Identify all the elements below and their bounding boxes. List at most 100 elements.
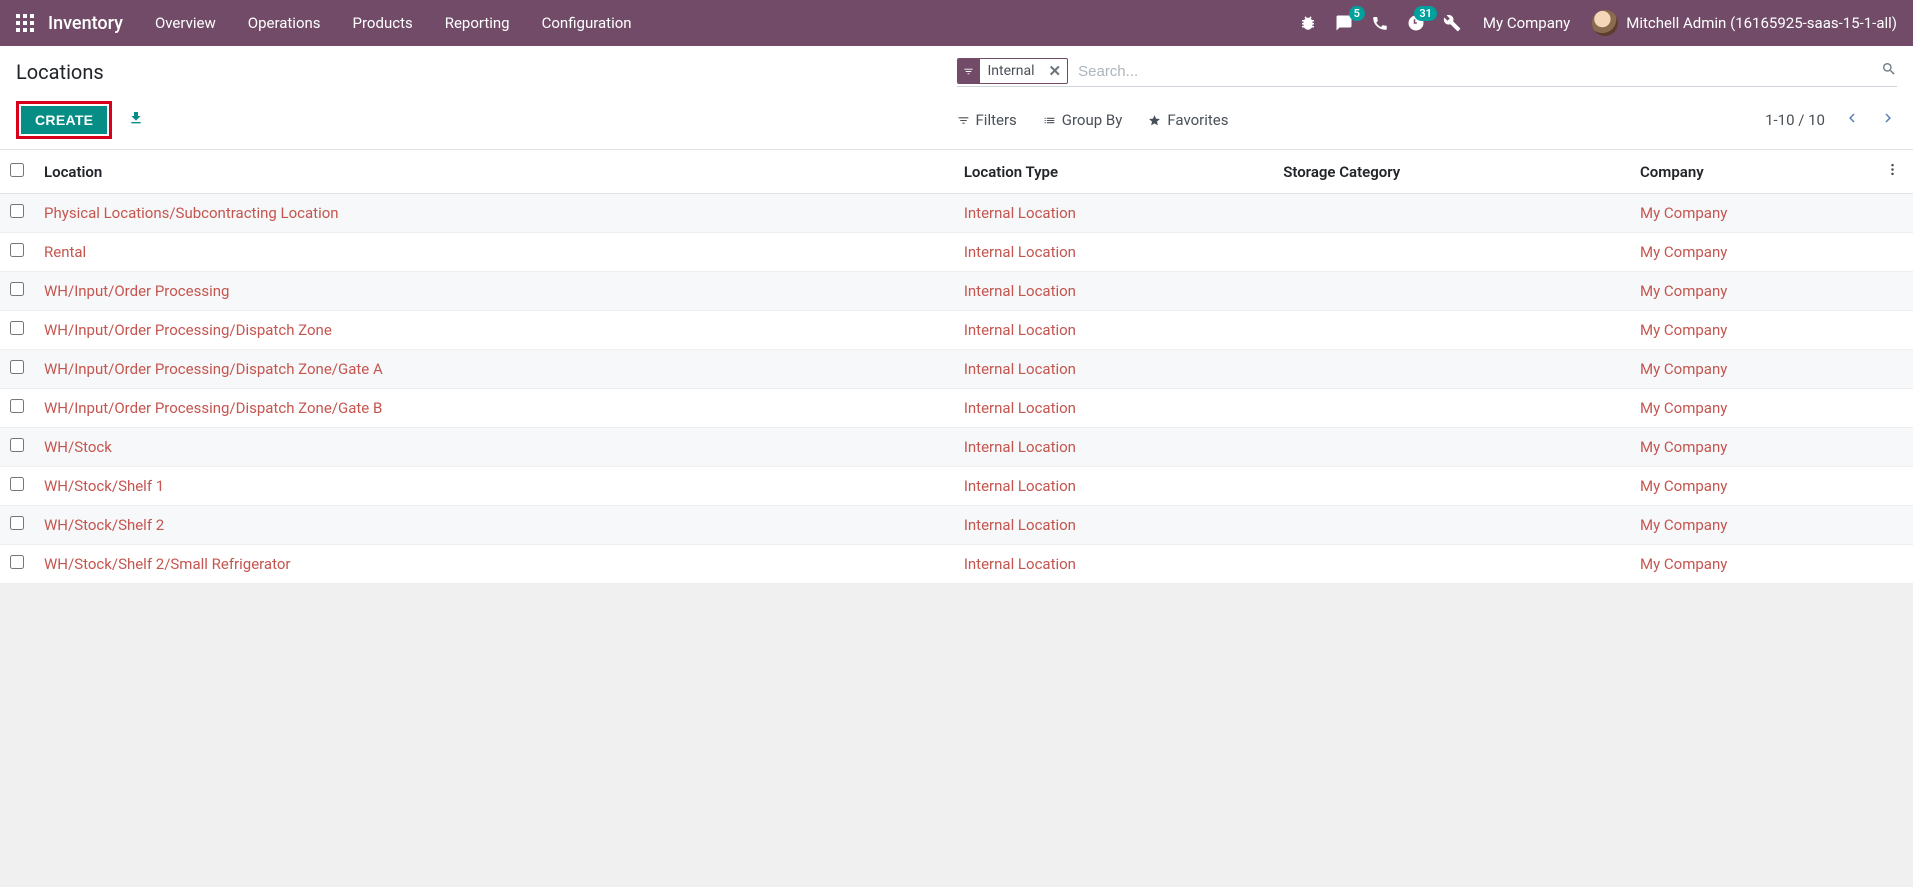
- activities-icon[interactable]: 31: [1407, 14, 1425, 32]
- location-link[interactable]: Rental: [44, 243, 86, 261]
- company-link[interactable]: My Company: [1640, 555, 1727, 573]
- type-link[interactable]: Internal Location: [964, 399, 1076, 417]
- type-link[interactable]: Internal Location: [964, 243, 1076, 261]
- search-input[interactable]: [1074, 61, 1875, 82]
- company-link[interactable]: My Company: [1640, 438, 1727, 456]
- type-link[interactable]: Internal Location: [964, 204, 1076, 222]
- category-cell: [1273, 350, 1630, 389]
- category-cell: [1273, 428, 1630, 467]
- company-link[interactable]: My Company: [1640, 516, 1727, 534]
- company-link[interactable]: My Company: [1640, 204, 1727, 222]
- columns-menu-icon[interactable]: [1885, 163, 1900, 181]
- table-row[interactable]: WH/Stock/Shelf 1 Internal Location My Comp…: [0, 467, 1913, 506]
- pager: 1-10 / 10: [1765, 109, 1897, 131]
- search-icon[interactable]: [1881, 61, 1897, 81]
- menu-reporting[interactable]: Reporting: [445, 14, 510, 32]
- table-row[interactable]: WH/Stock Internal Location My Company: [0, 428, 1913, 467]
- list-view: Location Location Type Storage Category …: [0, 150, 1913, 584]
- user-name: Mitchell Admin (16165925-saas-15-1-all): [1626, 14, 1897, 32]
- table-row[interactable]: WH/Input/Order Processing/Dispatch Zone/…: [0, 350, 1913, 389]
- location-link[interactable]: WH/Stock/Shelf 2: [44, 516, 164, 534]
- category-cell: [1273, 272, 1630, 311]
- menu-operations[interactable]: Operations: [248, 14, 321, 32]
- table-row[interactable]: WH/Stock/Shelf 2 Internal Location My Comp…: [0, 506, 1913, 545]
- company-link[interactable]: My Company: [1640, 360, 1727, 378]
- th-location[interactable]: Location: [34, 150, 954, 194]
- activities-badge: 31: [1414, 6, 1437, 21]
- row-checkbox[interactable]: [10, 321, 24, 335]
- row-checkbox[interactable]: [10, 204, 24, 218]
- row-checkbox[interactable]: [10, 438, 24, 452]
- control-panel: Locations Internal ✕ CREATE: [0, 46, 1913, 150]
- location-link[interactable]: WH/Input/Order Processing/Dispatch Zone/…: [44, 399, 382, 417]
- facet-label: Internal: [980, 61, 1043, 81]
- breadcrumb: Locations: [16, 58, 104, 84]
- location-link[interactable]: WH/Stock/Shelf 2/Small Refrigerator: [44, 555, 291, 573]
- create-button[interactable]: CREATE: [21, 106, 107, 134]
- category-cell: [1273, 311, 1630, 350]
- table-row[interactable]: WH/Input/Order Processing/Dispatch Zone/…: [0, 389, 1913, 428]
- location-link[interactable]: WH/Input/Order Processing/Dispatch Zone: [44, 321, 332, 339]
- type-link[interactable]: Internal Location: [964, 360, 1076, 378]
- location-link[interactable]: WH/Stock/Shelf 1: [44, 477, 164, 495]
- tools-icon[interactable]: [1443, 14, 1461, 32]
- location-link[interactable]: WH/Input/Order Processing/Dispatch Zone/…: [44, 360, 383, 378]
- table-row[interactable]: Physical Locations/Subcontracting Locati…: [0, 194, 1913, 233]
- category-cell: [1273, 467, 1630, 506]
- top-navbar: Inventory Overview Operations Products R…: [0, 0, 1913, 46]
- select-all-checkbox[interactable]: [10, 163, 24, 177]
- search-bar[interactable]: Internal ✕: [957, 58, 1898, 87]
- row-checkbox[interactable]: [10, 360, 24, 374]
- favorites-label: Favorites: [1167, 111, 1228, 129]
- type-link[interactable]: Internal Location: [964, 477, 1076, 495]
- table-row[interactable]: Rental Internal Location My Company: [0, 233, 1913, 272]
- company-switcher[interactable]: My Company: [1483, 14, 1570, 32]
- row-checkbox[interactable]: [10, 477, 24, 491]
- table-row[interactable]: WH/Input/Order Processing/Dispatch Zone I…: [0, 311, 1913, 350]
- row-checkbox[interactable]: [10, 243, 24, 257]
- location-link[interactable]: Physical Locations/Subcontracting Locati…: [44, 204, 339, 222]
- pager-next[interactable]: [1879, 109, 1897, 131]
- create-highlight: CREATE: [16, 101, 112, 139]
- row-checkbox[interactable]: [10, 399, 24, 413]
- type-link[interactable]: Internal Location: [964, 282, 1076, 300]
- menu-overview[interactable]: Overview: [155, 14, 216, 32]
- th-category[interactable]: Storage Category: [1273, 150, 1630, 194]
- pager-prev[interactable]: [1843, 109, 1861, 131]
- menu-configuration[interactable]: Configuration: [542, 14, 632, 32]
- row-checkbox[interactable]: [10, 516, 24, 530]
- export-button[interactable]: [128, 110, 144, 130]
- apps-menu-icon[interactable]: [16, 14, 34, 32]
- table-row[interactable]: WH/Stock/Shelf 2/Small Refrigerator Inter…: [0, 545, 1913, 584]
- facet-remove[interactable]: ✕: [1043, 62, 1068, 80]
- groupby-dropdown[interactable]: Group By: [1043, 109, 1123, 131]
- debug-icon[interactable]: [1299, 14, 1317, 32]
- row-checkbox[interactable]: [10, 282, 24, 296]
- app-brand[interactable]: Inventory: [48, 13, 123, 34]
- messages-icon[interactable]: 5: [1335, 14, 1353, 32]
- location-link[interactable]: WH/Stock: [44, 438, 112, 456]
- th-type[interactable]: Location Type: [954, 150, 1273, 194]
- type-link[interactable]: Internal Location: [964, 555, 1076, 573]
- category-cell: [1273, 506, 1630, 545]
- th-company[interactable]: Company: [1630, 150, 1875, 194]
- company-link[interactable]: My Company: [1640, 321, 1727, 339]
- menu-products[interactable]: Products: [353, 14, 413, 32]
- row-checkbox[interactable]: [10, 555, 24, 569]
- location-link[interactable]: WH/Input/Order Processing: [44, 282, 229, 300]
- pager-value[interactable]: 1-10 / 10: [1765, 111, 1825, 129]
- category-cell: [1273, 194, 1630, 233]
- messages-badge: 5: [1349, 6, 1365, 21]
- type-link[interactable]: Internal Location: [964, 321, 1076, 339]
- company-link[interactable]: My Company: [1640, 243, 1727, 261]
- table-row[interactable]: WH/Input/Order Processing Internal Locati…: [0, 272, 1913, 311]
- company-link[interactable]: My Company: [1640, 399, 1727, 417]
- type-link[interactable]: Internal Location: [964, 438, 1076, 456]
- phone-icon[interactable]: [1371, 14, 1389, 32]
- user-menu[interactable]: Mitchell Admin (16165925-saas-15-1-all): [1592, 10, 1897, 36]
- filters-dropdown[interactable]: Filters: [957, 109, 1017, 131]
- company-link[interactable]: My Company: [1640, 477, 1727, 495]
- type-link[interactable]: Internal Location: [964, 516, 1076, 534]
- favorites-dropdown[interactable]: Favorites: [1148, 109, 1228, 131]
- company-link[interactable]: My Company: [1640, 282, 1727, 300]
